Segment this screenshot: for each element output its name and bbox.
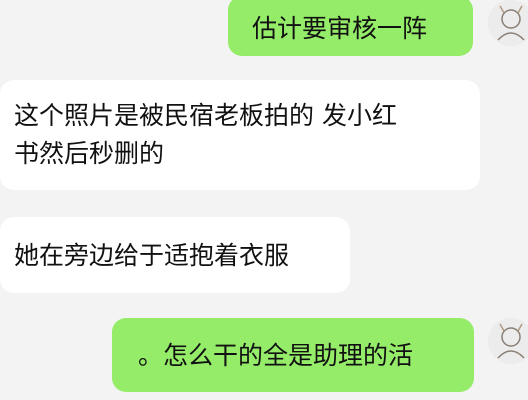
avatar-icon[interactable] — [488, 0, 528, 46]
message-text-line: 这个照片是被民宿老板拍的 发小红 — [14, 101, 397, 130]
message-text-line: 书然后秒删的 — [14, 139, 165, 168]
message-text: 估计要审核一阵 — [252, 14, 428, 43]
message-bubble-sent[interactable]: 。怎么干的全是助理的活 — [112, 318, 474, 392]
message-bubble-received[interactable]: 这个照片是被民宿老板拍的 发小红 书然后秒删的 — [0, 80, 480, 190]
message-bubble-sent[interactable]: 估计要审核一阵 — [228, 0, 473, 56]
avatar-icon[interactable] — [488, 318, 528, 364]
message-text: 。怎么干的全是助理的活 — [138, 341, 414, 370]
message-text: 她在旁边给于适抱着衣服 — [14, 241, 290, 270]
message-bubble-received[interactable]: 她在旁边给于适抱着衣服 — [0, 217, 350, 293]
